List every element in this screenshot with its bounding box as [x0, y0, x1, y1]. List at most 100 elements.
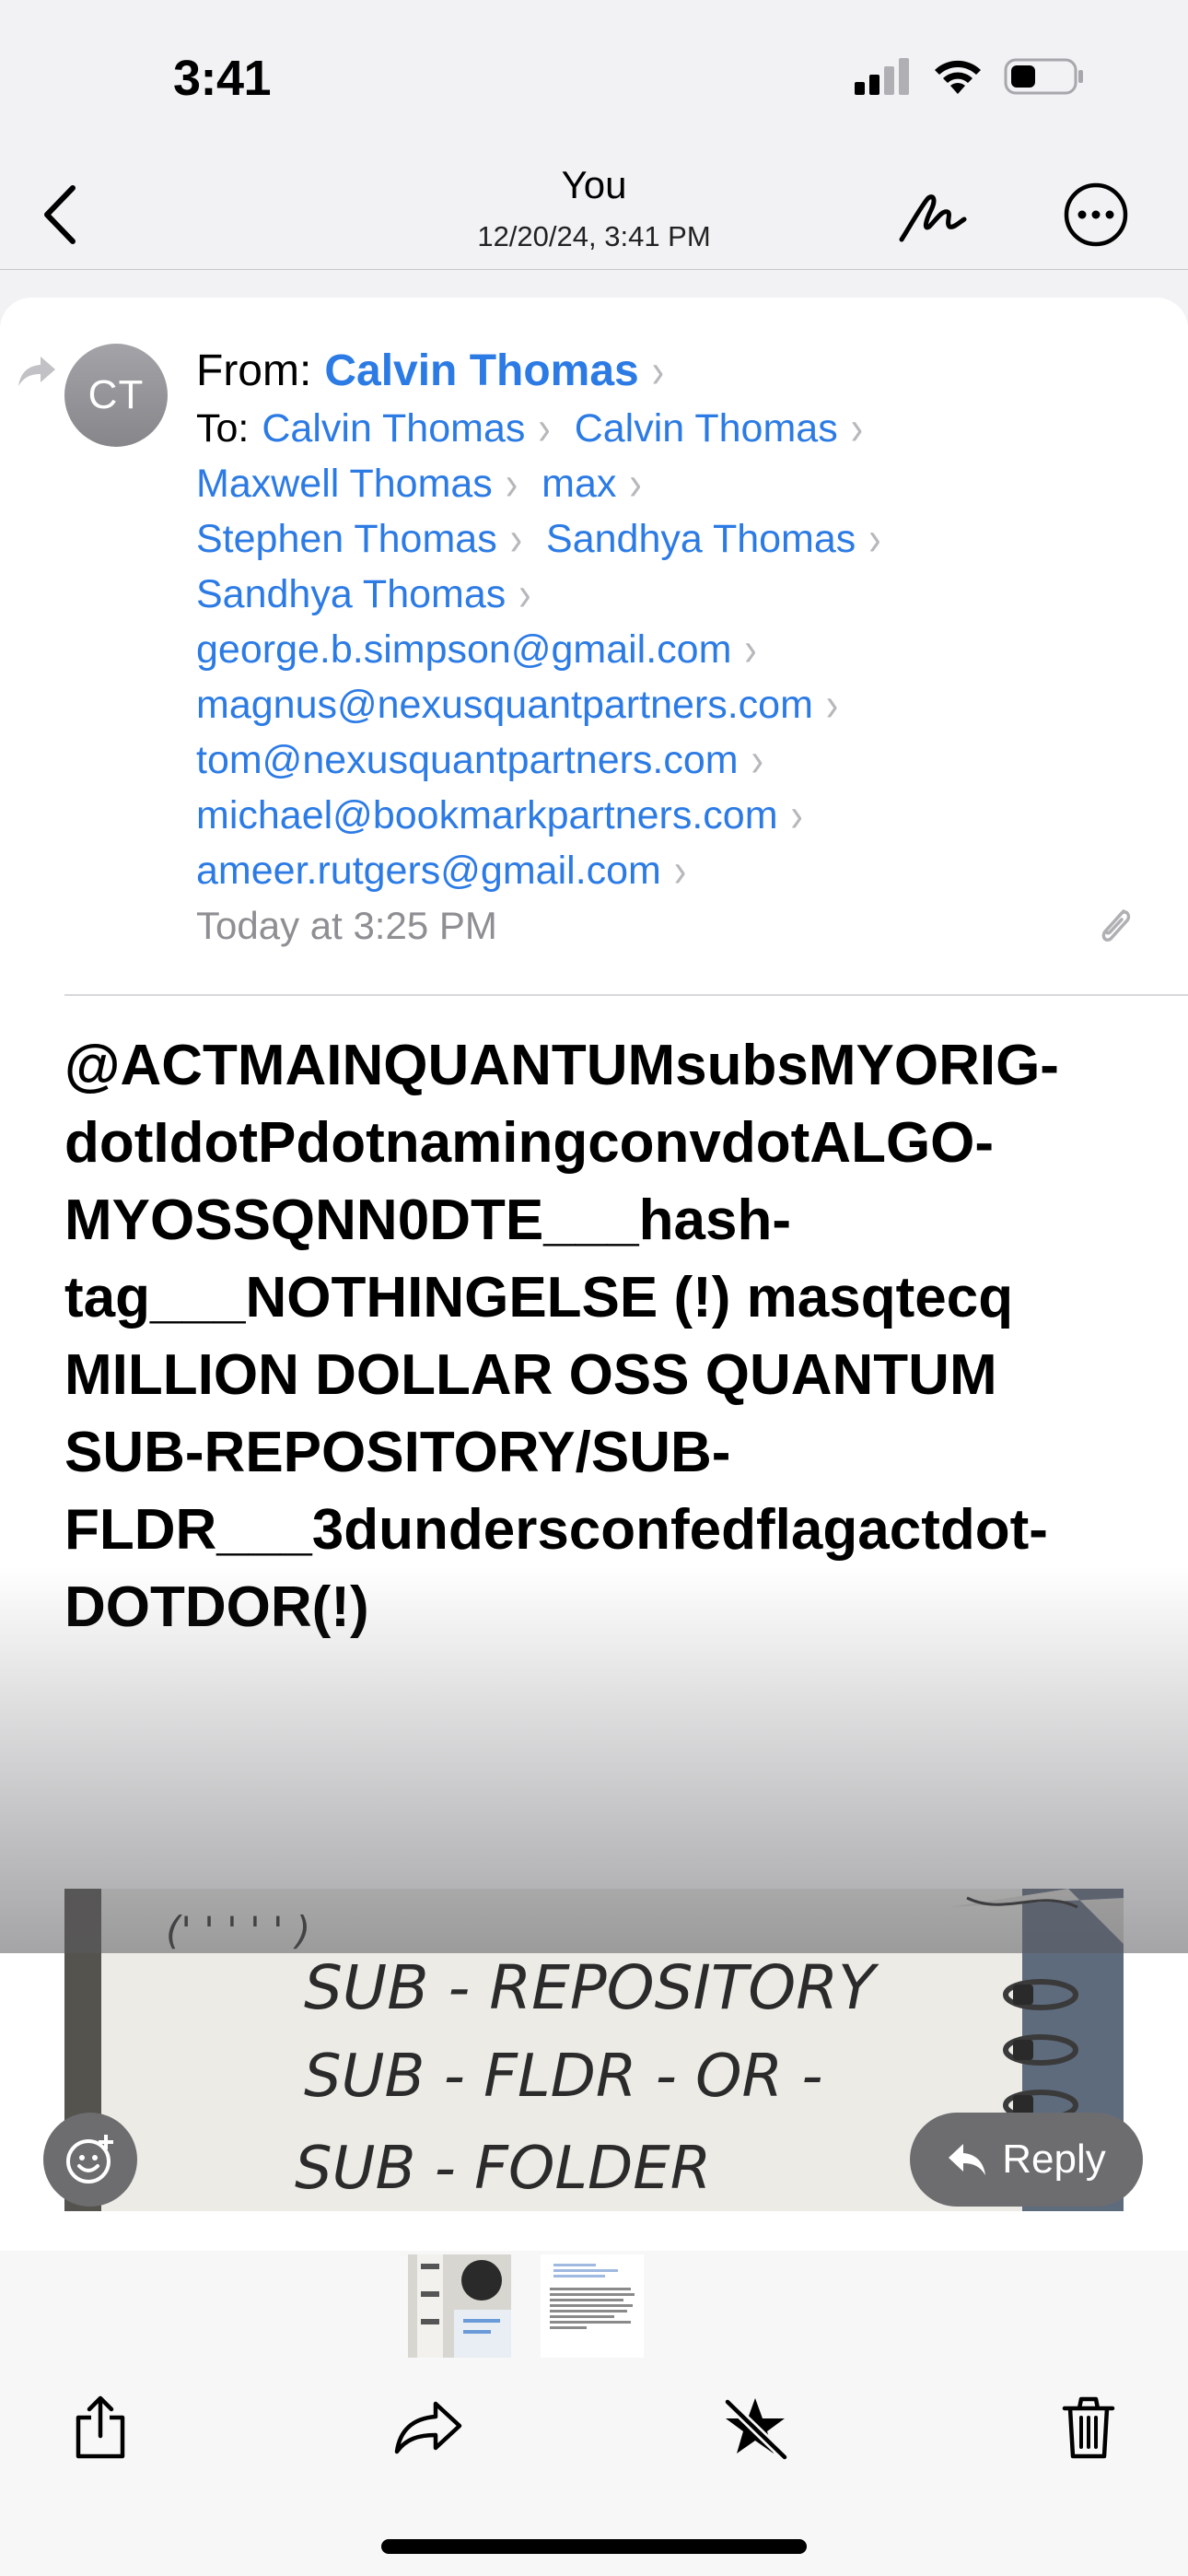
reply-button[interactable]: Reply: [910, 2113, 1143, 2207]
chevron-right-icon: ›: [673, 844, 687, 897]
status-bar: 3:41: [0, 0, 1188, 161]
text-thumbnail-illustration: [541, 2254, 644, 2358]
paperclip-icon: [1101, 909, 1131, 942]
more-button[interactable]: [1059, 178, 1133, 252]
body-line: DOTDOR(!): [64, 1575, 369, 1639]
body-line: MILLION DOLLAR OSS QUANTUM: [64, 1343, 997, 1407]
recipient-name[interactable]: Calvin Thomas: [575, 401, 838, 456]
wifi-icon: [935, 60, 981, 94]
handwriting-line: SUB - REPOSITORY: [304, 1952, 879, 2023]
unflag-button[interactable]: [714, 2386, 797, 2469]
attachment-thumbnail[interactable]: [408, 2254, 511, 2358]
chevron-right-icon: ›: [651, 345, 665, 398]
recipient[interactable]: george.b.simpson@gmail.com ›: [196, 622, 781, 677]
to-label: To:: [196, 406, 250, 451]
trash-button[interactable]: [1047, 2386, 1130, 2469]
recipient[interactable]: Sandhya Thomas ›: [546, 511, 905, 567]
recipient[interactable]: max ›: [542, 456, 666, 511]
chevron-right-icon: ›: [744, 623, 757, 676]
recipient-email[interactable]: magnus@nexusquantpartners.com: [196, 677, 813, 732]
recipient-name[interactable]: Maxwell Thomas: [196, 456, 493, 511]
handwriting-line: SUB - FLDR - OR -: [304, 2043, 822, 2111]
body-line: tag___NOTHINGELSE (!) masqtecq: [64, 1266, 1014, 1329]
body-line: FLDR___3dundersconfedflagactdot-: [64, 1498, 1048, 1562]
message-header: From: Calvin Thomas › To: Calvin Thomas ›…: [196, 342, 1136, 954]
chevron-right-icon: ›: [850, 402, 864, 455]
emoji-reaction-icon: [66, 2135, 113, 2184]
body-line: @ACTMAINQUANTUMsubsMYORIG-: [64, 1034, 1059, 1097]
photo-thumbnail-illustration: [408, 2254, 511, 2358]
attachment-thumbnail[interactable]: [541, 2254, 644, 2358]
chevron-right-icon: ›: [538, 402, 551, 455]
avatar[interactable]: CT: [64, 344, 168, 447]
emoji-reaction-button[interactable]: [43, 2113, 137, 2207]
recipient-name[interactable]: Stephen Thomas: [196, 511, 497, 567]
body-line: dotIdotPdotnamingconvdotALGO-: [64, 1111, 995, 1175]
recipient-email[interactable]: george.b.simpson@gmail.com: [196, 622, 731, 677]
recipient[interactable]: Calvin Thomas ›: [575, 401, 887, 456]
message-date: Today at 3:25 PM: [196, 904, 497, 947]
recipient-row: michael@bookmarkpartners.com ›: [196, 788, 1136, 843]
chevron-right-icon: ›: [868, 512, 881, 566]
chevron-right-icon: ›: [751, 733, 763, 787]
recipient-email[interactable]: ameer.rutgers@gmail.com: [196, 843, 661, 898]
recipient-row: Sandhya Thomas ›: [196, 567, 1136, 622]
recipient[interactable]: michael@bookmarkpartners.com ›: [196, 788, 827, 843]
chevron-right-icon: ›: [518, 568, 531, 621]
battery-icon: [1004, 58, 1083, 95]
recipient-row: ameer.rutgers@gmail.com ›: [196, 843, 1136, 898]
recipient[interactable]: Calvin Thomas ›: [262, 401, 574, 456]
recipient[interactable]: Sandhya Thomas ›: [196, 567, 555, 622]
reply-arrow-icon: [949, 2144, 986, 2175]
chevron-right-icon: ›: [790, 789, 803, 842]
recipient[interactable]: tom@nexusquantpartners.com ›: [196, 732, 787, 788]
star-slash-icon: [723, 2397, 789, 2462]
handwriting-line: SUB - FOLDER: [295, 2135, 711, 2203]
recipient[interactable]: ameer.rutgers@gmail.com ›: [196, 843, 710, 898]
recipient-row: george.b.simpson@gmail.com ›: [196, 622, 1136, 677]
body-line: MYOSSQNN0DTE___hash-: [64, 1188, 791, 1252]
nav-title: You: [561, 163, 627, 206]
home-indicator: [381, 2539, 807, 2554]
recipient-row: Stephen Thomas › Sandhya Thomas ›: [196, 511, 1136, 567]
sender-name[interactable]: Calvin Thomas: [324, 342, 638, 401]
header-divider: [64, 994, 1188, 996]
chevron-right-icon: ›: [825, 678, 839, 732]
recipient-name[interactable]: max: [542, 456, 616, 511]
forward-icon: [394, 2401, 462, 2454]
to-line: To: Calvin Thomas › Calvin Thomas ›: [196, 401, 1136, 456]
recipient-email[interactable]: michael@bookmarkpartners.com: [196, 788, 778, 843]
recipient-row: magnus@nexusquantpartners.com ›: [196, 677, 1136, 732]
from-line: From: Calvin Thomas ›: [196, 342, 1136, 401]
navigation-bar: You 12/20/24, 3:41 PM: [0, 161, 1188, 270]
recipient-row: tom@nexusquantpartners.com ›: [196, 732, 1136, 788]
recipient-name[interactable]: Calvin Thomas: [262, 401, 525, 456]
message-body: @ACTMAINQUANTUMsubsMYORIG- dotIdotPdotna…: [64, 1027, 1124, 1646]
recipient-name[interactable]: Sandhya Thomas: [546, 511, 856, 567]
nav-subtitle: 12/20/24, 3:41 PM: [477, 220, 711, 252]
share-button[interactable]: [59, 2386, 142, 2469]
status-icons: [855, 57, 1085, 96]
ellipsis-circle-icon: [1064, 182, 1128, 247]
share-icon: [76, 2395, 125, 2459]
sender[interactable]: Calvin Thomas ›: [324, 342, 688, 401]
markup-icon: [899, 194, 967, 242]
recipient[interactable]: Stephen Thomas ›: [196, 511, 546, 567]
forward-button[interactable]: [387, 2386, 470, 2469]
status-time: 3:41: [173, 51, 272, 106]
forwarded-arrow-icon: [18, 357, 55, 386]
attachment-thumbnail-strip: [0, 2251, 1188, 2371]
trash-icon: [1062, 2396, 1115, 2459]
body-line: SUB-REPOSITORY/SUB-: [64, 1421, 731, 1484]
cellular-signal-icon: [855, 58, 909, 95]
chevron-right-icon: ›: [629, 457, 642, 510]
recipient[interactable]: Maxwell Thomas ›: [196, 456, 542, 511]
markup-button[interactable]: [891, 176, 974, 259]
message-card: CT From: Calvin Thomas › To: Calvin Thom…: [0, 298, 1188, 2251]
from-label: From:: [196, 346, 312, 395]
recipient-name[interactable]: Sandhya Thomas: [196, 567, 506, 622]
recipient-row: Maxwell Thomas › max ›: [196, 456, 1136, 511]
recipient-email[interactable]: tom@nexusquantpartners.com: [196, 732, 739, 788]
reply-label: Reply: [1002, 2137, 1106, 2182]
handwriting-line: (' ' ' ' ' ): [166, 1908, 310, 1953]
